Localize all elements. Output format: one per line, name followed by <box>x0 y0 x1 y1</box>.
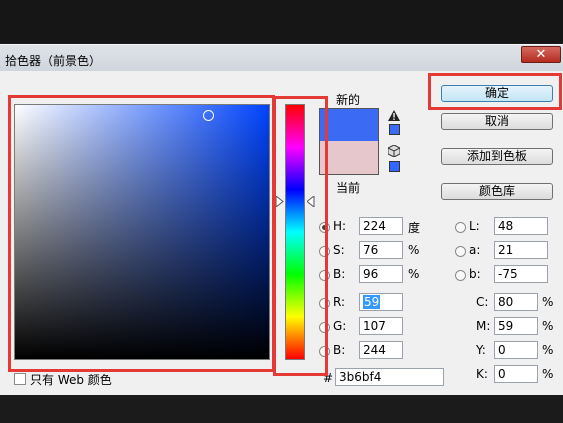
brightness-label: B: <box>333 267 346 281</box>
hue-slider[interactable] <box>285 104 305 360</box>
lab-l-radio[interactable] <box>455 222 466 233</box>
web-only-label: 只有 Web 颜色 <box>30 373 112 387</box>
add-to-swatches-button[interactable]: 添加到色板 <box>441 148 553 165</box>
red-label: R: <box>333 295 346 309</box>
hue-slider-handle-right[interactable] <box>307 196 315 207</box>
black-label: K: <box>476 367 488 381</box>
saturation-input[interactable]: 76 <box>359 241 403 259</box>
red-radio[interactable] <box>319 298 330 309</box>
ok-button[interactable]: 确定 <box>441 85 553 102</box>
magenta-input[interactable]: 59 <box>494 317 538 335</box>
out-of-gamut-warning-icon[interactable] <box>388 110 400 121</box>
lab-l-input[interactable]: 48 <box>494 217 548 235</box>
web-safe-cube-icon[interactable] <box>388 145 400 157</box>
green-radio[interactable] <box>319 322 330 333</box>
cyan-unit: % <box>542 295 554 309</box>
web-only-checkbox[interactable] <box>14 373 26 385</box>
brightness-radio[interactable] <box>319 270 330 281</box>
close-icon: ✕ <box>535 47 547 62</box>
saturation-label: S: <box>333 243 345 257</box>
hue-unit: 度 <box>408 221 421 235</box>
color-libraries-button[interactable]: 颜色库 <box>441 183 553 200</box>
blue-label: B: <box>333 343 346 357</box>
new-color-label: 新的 <box>336 93 361 107</box>
black-input[interactable]: 0 <box>494 365 538 383</box>
current-color-label: 当前 <box>336 181 361 195</box>
red-input[interactable]: 59 <box>359 293 403 311</box>
color-field-cursor[interactable] <box>203 110 214 121</box>
lab-a-label: a: <box>469 243 481 257</box>
hue-input[interactable]: 224 <box>359 217 403 235</box>
brightness-unit: % <box>408 267 420 281</box>
web-safe-color-swatch[interactable] <box>389 161 400 172</box>
cyan-label: C: <box>476 295 489 309</box>
yellow-input[interactable]: 0 <box>494 341 538 359</box>
cancel-button[interactable]: 取消 <box>441 113 553 130</box>
black-unit: % <box>542 367 554 381</box>
lab-b-label: b: <box>469 267 481 281</box>
saturation-unit: % <box>408 243 420 257</box>
blue-radio[interactable] <box>319 346 330 357</box>
lab-l-label: L: <box>469 219 480 233</box>
magenta-label: M: <box>476 319 491 333</box>
yellow-unit: % <box>542 343 554 357</box>
hue-label: H: <box>333 219 347 233</box>
magenta-unit: % <box>542 319 554 333</box>
color-field[interactable] <box>14 104 270 360</box>
gamut-color-swatch[interactable] <box>389 124 400 135</box>
hex-label: # <box>323 371 334 385</box>
hue-radio[interactable] <box>319 222 330 233</box>
dialog-title: 拾色器（前景色） <box>5 54 102 68</box>
app-background-bar <box>0 0 563 43</box>
lab-a-input[interactable]: 21 <box>494 241 548 259</box>
lab-b-input[interactable]: -75 <box>494 265 548 283</box>
blue-input[interactable]: 244 <box>359 341 403 359</box>
cyan-input[interactable]: 80 <box>494 293 538 311</box>
hex-input[interactable]: 3b6bf4 <box>335 368 444 386</box>
green-label: G: <box>333 319 347 333</box>
dialog-titlebar[interactable]: 拾色器（前景色） <box>0 44 563 72</box>
saturation-radio[interactable] <box>319 246 330 257</box>
brightness-input[interactable]: 96 <box>359 265 403 283</box>
new-color-swatch <box>319 108 379 141</box>
yellow-label: Y: <box>476 343 486 357</box>
app-bottom-bar <box>0 395 563 423</box>
red-value-selected: 59 <box>363 295 381 309</box>
green-input[interactable]: 107 <box>359 317 403 335</box>
hue-slider-handle-left[interactable] <box>276 196 284 207</box>
lab-a-radio[interactable] <box>455 246 466 257</box>
close-button[interactable]: ✕ <box>521 46 561 63</box>
current-color-swatch[interactable] <box>319 141 379 175</box>
lab-b-radio[interactable] <box>455 270 466 281</box>
